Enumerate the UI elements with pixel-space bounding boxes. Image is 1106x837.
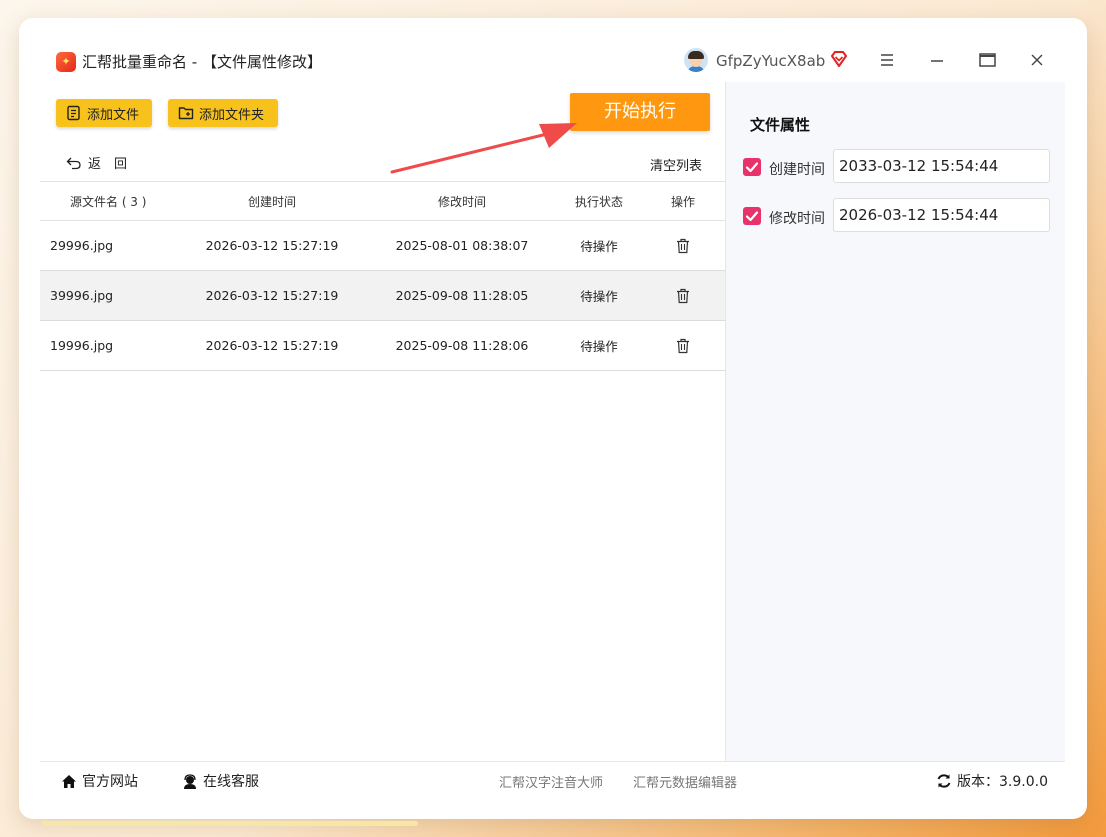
cell-mtime: 2025-09-08 11:28:05 — [395, 288, 529, 303]
cell-name: 29996.jpg — [50, 238, 114, 253]
folder-add-icon — [178, 107, 194, 120]
maximize-icon[interactable] — [973, 48, 1001, 72]
support-agent-icon — [184, 773, 196, 789]
add-file-button[interactable]: 添加文件 — [56, 99, 152, 127]
cell-mtime: 2025-09-08 11:28:06 — [395, 338, 529, 353]
create-time-label: 创建时间 — [769, 162, 825, 178]
support-link[interactable]: 在线客服 — [182, 771, 259, 791]
username[interactable]: GfpZyYucX8ab — [716, 52, 825, 70]
start-button[interactable]: 开始执行 — [570, 93, 710, 131]
header-mtime: 修改时间 — [437, 194, 486, 209]
refresh-icon — [937, 774, 951, 788]
back-arrow-icon — [66, 157, 81, 169]
table-row[interactable]: 29996.jpg 2026-03-12 15:27:19 2025-08-01… — [40, 221, 726, 271]
cell-name: 39996.jpg — [50, 288, 114, 303]
window-title: 汇帮批量重命名 - 【文件属性修改】 — [82, 53, 322, 71]
delete-icon[interactable] — [676, 288, 690, 304]
vip-diamond-icon[interactable] — [830, 50, 848, 68]
back-button[interactable]: 返 回 — [66, 153, 127, 172]
file-icon — [67, 105, 80, 121]
pointer-arrow — [390, 123, 577, 174]
menu-icon[interactable] — [873, 48, 901, 72]
cell-mtime: 2025-08-01 08:38:07 — [395, 238, 529, 253]
cell-ctime: 2026-03-12 15:27:19 — [205, 238, 339, 253]
attributes-title: 文件属性 — [750, 116, 811, 134]
table-row[interactable]: 39996.jpg 2026-03-12 15:27:19 2025-09-08… — [40, 271, 726, 321]
close-icon[interactable] — [1023, 48, 1051, 72]
app-window: ✦ 汇帮批量重命名 - 【文件属性修改】 GfpZyYucX8ab 添加文件 添… — [19, 18, 1087, 819]
delete-icon[interactable] — [676, 238, 690, 254]
support-label: 在线客服 — [203, 774, 259, 790]
add-file-label: 添加文件 — [87, 107, 140, 123]
cell-status: 待操作 — [580, 239, 618, 254]
pinyin-tool-link[interactable]: 汇帮汉字注音大师 — [499, 772, 603, 791]
title-bar: ✦ 汇帮批量重命名 - 【文件属性修改】 GfpZyYucX8ab — [19, 18, 1087, 82]
header-op: 操作 — [670, 194, 695, 209]
version-info[interactable]: 版本：3.9.0.0 — [936, 771, 1048, 791]
header-ctime: 创建时间 — [247, 194, 296, 209]
website-link[interactable]: 官方网站 — [61, 771, 138, 791]
header-name: 源文件名 ( 3 ) — [70, 194, 147, 209]
minimize-icon[interactable] — [923, 48, 951, 72]
attributes-panel — [725, 82, 1065, 762]
header-status: 执行状态 — [574, 194, 623, 209]
create-time-input[interactable]: 2033-03-12 15:54:44 — [833, 149, 1050, 183]
create-time-checkbox[interactable] — [743, 158, 761, 176]
bottom-glow — [42, 821, 418, 826]
app-logo-icon: ✦ — [56, 52, 76, 72]
cell-status: 待操作 — [580, 289, 618, 304]
website-label: 官方网站 — [82, 774, 138, 790]
modify-time-label: 修改时间 — [769, 211, 825, 227]
version-label: 版本：3.9.0.0 — [957, 774, 1048, 790]
add-folder-label: 添加文件夹 — [199, 107, 265, 123]
delete-icon[interactable] — [676, 338, 690, 354]
table-header: 源文件名 ( 3 ) 创建时间 修改时间 执行状态 操作 — [40, 181, 726, 221]
clear-list-button[interactable]: 清空列表 — [650, 155, 702, 174]
modify-time-input[interactable]: 2026-03-12 15:54:44 — [833, 198, 1050, 232]
cell-ctime: 2026-03-12 15:27:19 — [205, 288, 339, 303]
modify-time-checkbox[interactable] — [743, 207, 761, 225]
cell-status: 待操作 — [580, 339, 618, 354]
metadata-editor-link[interactable]: 汇帮元数据编辑器 — [633, 772, 737, 791]
footer-divider — [40, 761, 1065, 762]
cell-ctime: 2026-03-12 15:27:19 — [205, 338, 339, 353]
back-label: 返 回 — [88, 157, 128, 172]
file-table: 源文件名 ( 3 ) 创建时间 修改时间 执行状态 操作 29996.jpg 2… — [40, 181, 726, 371]
add-folder-button[interactable]: 添加文件夹 — [168, 99, 278, 127]
user-avatar[interactable] — [684, 48, 708, 72]
table-row[interactable]: 19996.jpg 2026-03-12 15:27:19 2025-09-08… — [40, 321, 726, 371]
home-icon — [62, 774, 76, 788]
cell-name: 19996.jpg — [50, 338, 114, 353]
